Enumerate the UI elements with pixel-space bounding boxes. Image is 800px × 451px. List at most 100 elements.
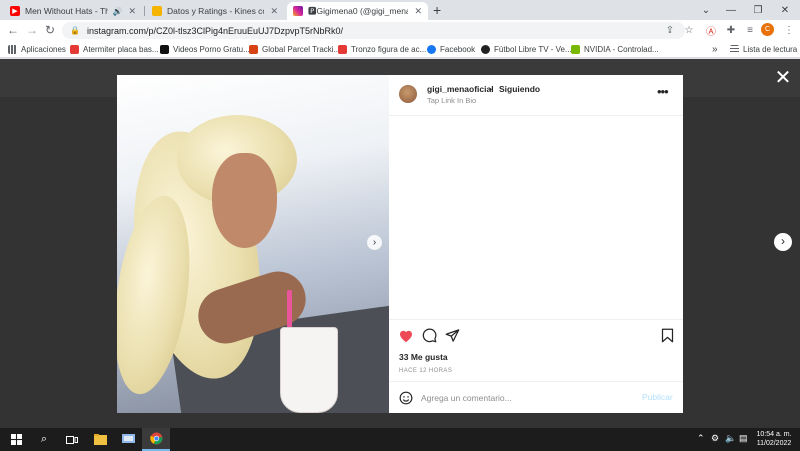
heart-icon[interactable]: [397, 326, 415, 344]
chrome-taskbar-icon[interactable]: [142, 428, 170, 451]
windows-start-icon[interactable]: [2, 428, 30, 451]
like-count[interactable]: 33 Me gusta: [399, 352, 448, 362]
tab-title: Datos y Ratings - Kines colombia: [167, 6, 264, 16]
reload-icon[interactable]: ↻: [42, 22, 58, 38]
browser-toolbar: ← → ↻ 🔒 instagram.com/p/CZ0l-tlsz3ClPig4…: [0, 20, 800, 41]
comments-area: [389, 116, 683, 319]
close-window-button[interactable]: ✕: [772, 0, 798, 20]
url-text: instagram.com/p/CZ0l-tlsz3ClPig4nEruuEuU…: [86, 25, 344, 36]
tab-youtube[interactable]: ▶ Men Without Hats - The Safe 🔊 ✕: [4, 2, 142, 20]
tray-chevron-icon[interactable]: ⌃: [697, 433, 705, 444]
post-side-panel: gigi_menaoficial • Siguiendo Tap Link In…: [389, 75, 683, 413]
post-location[interactable]: Tap Link In Bio: [427, 96, 476, 105]
bookmarks-overflow-button[interactable]: »: [712, 43, 718, 56]
taskbar-clock[interactable]: 10:54 a. m. 11/02/2022: [752, 430, 796, 448]
close-tab-icon[interactable]: ✕: [128, 6, 136, 17]
next-photo-button[interactable]: ›: [367, 235, 382, 250]
bookmark-item[interactable]: NVIDIA - Controlad...: [571, 43, 659, 56]
media-control-icon[interactable]: ≡: [743, 23, 757, 37]
bookmark-item[interactable]: Fútbol Libre TV - Ve...: [481, 43, 572, 56]
bookmark-item[interactable]: Global Parcel Tracki...: [249, 43, 340, 56]
reading-list-button[interactable]: Lista de lectura: [730, 43, 797, 56]
adblock-icon[interactable]: Ⓐ: [704, 23, 718, 38]
username-link[interactable]: gigi_menaoficial: [427, 84, 494, 94]
bookmark-label: Facebook: [440, 45, 476, 54]
task-view-icon[interactable]: [58, 428, 86, 451]
bookmark-item[interactable]: Tronzo figura de ac...: [338, 43, 426, 56]
share-send-icon[interactable]: [443, 326, 461, 344]
address-bar[interactable]: 🔒 instagram.com/p/CZ0l-tlsz3ClPig4nEruuE…: [62, 22, 685, 39]
restore-button[interactable]: ❐: [745, 0, 771, 20]
next-post-button[interactable]: ›: [774, 233, 792, 251]
extensions-icon[interactable]: ✚: [724, 23, 738, 37]
face-shape: [212, 153, 277, 248]
apps-grid-icon: [8, 45, 17, 54]
comment-bar: Publicar: [389, 381, 683, 413]
facebook-icon: [427, 45, 436, 54]
reading-list-label: Lista de lectura: [743, 45, 798, 54]
post-photo[interactable]: [117, 75, 389, 413]
tab-title: 🅿Gigimena0 (@gigi_menaoficial): [308, 6, 409, 16]
publish-button[interactable]: Publicar: [642, 392, 673, 402]
save-bookmark-icon[interactable]: [658, 326, 676, 344]
lock-icon: 🔒: [70, 26, 80, 35]
tab-datos[interactable]: Datos y Ratings - Kines colombia ✕: [146, 2, 284, 20]
separator-dot: •: [489, 84, 492, 94]
more-options-icon[interactable]: •••: [657, 85, 669, 98]
volume-icon[interactable]: 🔈: [725, 433, 736, 444]
back-icon[interactable]: ←: [5, 22, 21, 38]
reading-list-icon: [730, 45, 739, 54]
emoji-icon[interactable]: [399, 391, 413, 405]
tab-instagram[interactable]: 🅿Gigimena0 (@gigi_menaoficial) ✕: [287, 2, 428, 20]
avatar[interactable]: [399, 85, 417, 103]
following-button[interactable]: Siguiendo: [499, 84, 540, 94]
post-timestamp: HACE 12 HORAS: [399, 368, 453, 374]
emoji-face-icon: [152, 6, 162, 16]
bookmark-apps[interactable]: Aplicaciones: [8, 43, 66, 56]
new-tab-button[interactable]: +: [433, 3, 441, 17]
instagram-icon: [293, 6, 303, 16]
search-icon[interactable]: ⌕: [30, 428, 58, 451]
forward-icon[interactable]: →: [24, 22, 40, 38]
bookmark-label: Fútbol Libre TV - Ve...: [494, 45, 572, 54]
profile-avatar[interactable]: C: [761, 23, 774, 36]
bookmark-label: NVIDIA - Controlad...: [584, 45, 659, 54]
control-panel-icon[interactable]: [114, 428, 142, 451]
network-icon[interactable]: ⚙: [711, 433, 719, 444]
file-explorer-icon[interactable]: [86, 428, 114, 451]
post-header: gigi_menaoficial • Siguiendo Tap Link In…: [389, 75, 683, 116]
bookmark-label: Global Parcel Tracki...: [262, 45, 341, 54]
tab-title: Men Without Hats - The Safe: [25, 6, 109, 16]
tab-strip: ▶ Men Without Hats - The Safe 🔊 ✕ Datos …: [0, 0, 800, 20]
close-tab-icon[interactable]: ✕: [270, 6, 278, 17]
close-tab-icon[interactable]: ✕: [414, 6, 422, 17]
bookmark-label: Videos Porno Gratu...: [173, 45, 250, 54]
bookmark-label: Tronzo figura de ac...: [351, 45, 427, 54]
parcel-icon: [249, 45, 258, 54]
x-site-icon: [160, 45, 169, 54]
bookmark-label: Aplicaciones: [21, 45, 66, 54]
youtube-icon: ▶: [10, 6, 20, 16]
nvidia-icon: [571, 45, 580, 54]
minimize-button[interactable]: —: [718, 0, 744, 20]
soccer-ball-icon: [481, 45, 490, 54]
bookmark-star-icon[interactable]: ☆: [682, 23, 696, 37]
notifications-icon[interactable]: ▤: [739, 433, 748, 444]
aliexpress-icon: [70, 45, 79, 54]
share-icon[interactable]: ⇪: [663, 23, 677, 37]
bookmark-item[interactable]: Videos Porno Gratu...: [160, 43, 250, 56]
clock-date: 11/02/2022: [756, 440, 792, 447]
clock-time: 10:54 a. m.: [756, 431, 792, 438]
bookmark-item[interactable]: Atermiter placa bas...: [70, 43, 159, 56]
menu-kebab-icon[interactable]: ⋮: [782, 23, 796, 37]
comment-icon[interactable]: [420, 326, 438, 344]
bookmarks-bar: Aplicaciones Atermiter placa bas... Vide…: [0, 41, 800, 58]
post-actions: 33 Me gusta HACE 12 HORAS: [389, 319, 683, 381]
cup-shape: [280, 327, 338, 413]
comment-input[interactable]: [421, 391, 631, 405]
close-modal-icon[interactable]: ✕: [772, 67, 794, 89]
bookmark-item[interactable]: Facebook: [427, 43, 475, 56]
post-modal-overlay[interactable]: ✕ › gigi_menaoficial • Siguiendo Tap Lin…: [0, 59, 800, 428]
windows-taskbar: ⌕ ⌃ ⚙ 🔈 ▤ 10:54 a. m. 11/02/2022: [0, 428, 800, 451]
tab-search-icon[interactable]: ⌄: [693, 0, 719, 20]
